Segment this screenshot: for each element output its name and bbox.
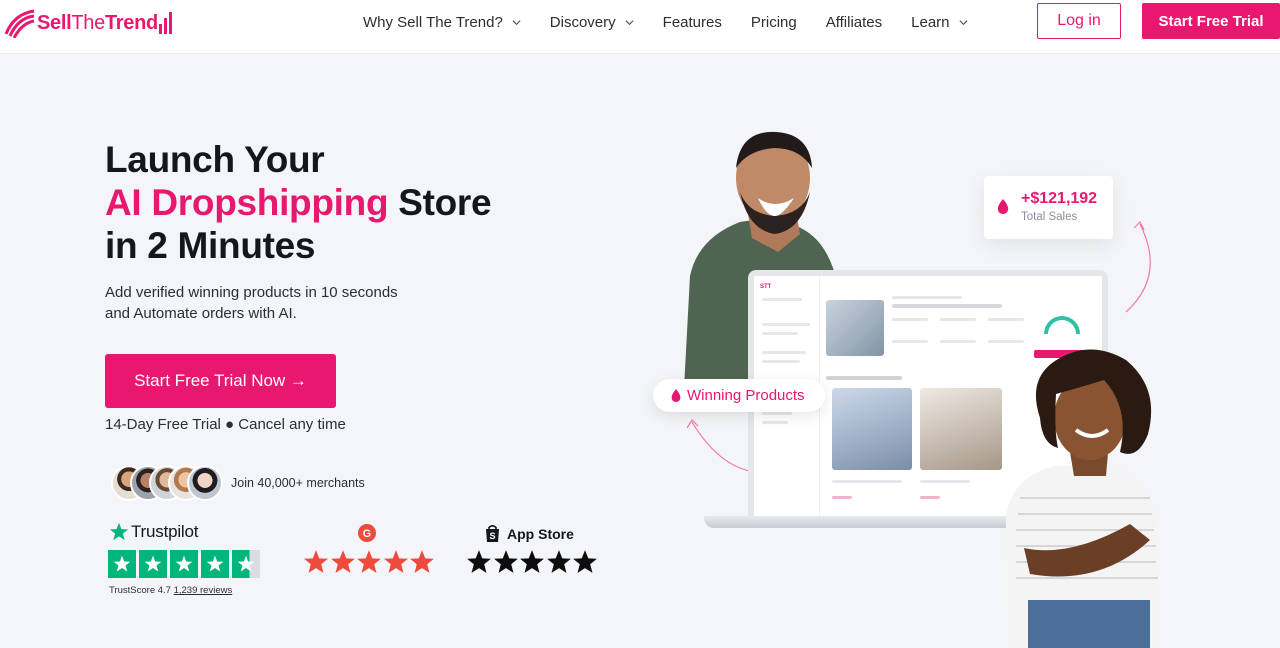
nav-label: Features	[662, 13, 722, 31]
star-icon	[410, 550, 434, 573]
star-icon	[144, 555, 162, 572]
star-icon	[467, 550, 491, 573]
total-sales-card: +$121,192 Total Sales	[984, 176, 1113, 239]
flame-icon	[997, 199, 1009, 214]
nav-features[interactable]: Features	[663, 12, 722, 32]
star-icon	[357, 550, 381, 573]
login-button[interactable]: Log in	[1037, 3, 1121, 39]
nav-label: Discovery	[549, 13, 616, 31]
trustpilot-star-box	[108, 550, 136, 578]
app-logo-preview: STT	[760, 284, 772, 290]
chevron-down-icon	[625, 19, 634, 25]
star-icon	[520, 550, 544, 573]
trustpilot-star-box	[201, 550, 229, 578]
g2-logo-icon: G	[358, 524, 376, 542]
start-free-trial-now-button[interactable]: Start Free Trial Now →	[105, 354, 336, 408]
brand-logo[interactable]: SellTheTrend	[4, 8, 173, 38]
flame-icon	[671, 389, 681, 402]
chevron-down-icon	[959, 19, 968, 25]
trustscore-label: TrustScore 4.7	[109, 585, 171, 596]
nav-why-sell-the-trend[interactable]: Why Sell The Trend?	[363, 12, 521, 32]
avatar	[187, 465, 223, 501]
star-icon	[304, 550, 328, 573]
trustpilot-star-icon	[109, 522, 129, 541]
headline-line-1: Launch Your	[105, 139, 325, 180]
trustpilot-reviews-link[interactable]: 1,239 reviews	[174, 585, 233, 596]
svg-text:G: G	[363, 528, 371, 540]
winning-products-label: Winning Products	[687, 387, 805, 404]
star-icon	[113, 555, 131, 572]
nav-label: Why Sell The Trend?	[363, 13, 503, 31]
woman-photo	[1006, 349, 1160, 648]
app-store-logo[interactable]: S App Store	[484, 524, 574, 543]
g2-stars	[303, 549, 436, 575]
star-icon	[330, 550, 355, 573]
hero-subtext: Add verified winning products in 10 seco…	[105, 282, 465, 324]
trustpilot-star-box	[170, 550, 198, 578]
nav-affiliates[interactable]: Affiliates	[826, 12, 882, 32]
star-icon	[237, 555, 255, 572]
nav-pricing[interactable]: Pricing	[751, 12, 797, 32]
trustpilot-stars	[108, 550, 263, 578]
headline-line-2: AI Dropshipping Store	[105, 181, 492, 224]
arrow-arc-icon	[1125, 220, 1151, 313]
star-icon	[573, 550, 597, 573]
logo-bars-icon	[158, 12, 172, 34]
trustpilot-logo[interactable]: Trustpilot	[109, 522, 198, 542]
trial-note: 14-Day Free Trial ● Cancel any time	[105, 416, 346, 433]
app-store-stars	[466, 549, 599, 575]
svg-text:S: S	[489, 531, 495, 541]
trustpilot-score: TrustScore 4.7 1,239 reviews	[109, 585, 232, 596]
top-navbar: SellTheTrend Why Sell The Trend? Discove…	[0, 0, 1280, 54]
main-menu: Why Sell The Trend? Discovery Features P…	[363, 12, 997, 32]
nav-label: Learn	[911, 13, 950, 31]
star-icon	[383, 550, 408, 573]
nav-discovery[interactable]: Discovery	[550, 12, 634, 32]
star-icon	[546, 550, 571, 573]
headline-line-3: in 2 Minutes	[105, 225, 316, 266]
nav-label: Affiliates	[825, 13, 883, 31]
chevron-down-icon	[512, 19, 521, 25]
headline-store-word: Store	[388, 182, 492, 223]
brand-name: SellTheTrend	[37, 11, 158, 34]
shopping-bag-icon: S	[486, 524, 499, 542]
trustpilot-name: Trustpilot	[131, 522, 199, 541]
start-free-trial-button[interactable]: Start Free Trial	[1142, 3, 1280, 39]
merchants-count: Join 40,000+ merchants	[231, 476, 365, 490]
subtext-line-1: Add verified winning products in 10 seco…	[105, 284, 398, 301]
trustpilot-star-box	[139, 550, 167, 578]
star-icon	[493, 550, 518, 573]
logo-swoosh-icon	[4, 9, 35, 38]
headline-highlight: AI Dropshipping	[105, 182, 389, 223]
sales-value: +$121,192	[1021, 190, 1098, 207]
app-store-name: App Store	[507, 525, 574, 542]
star-icon	[206, 555, 224, 572]
merchant-avatars	[111, 465, 223, 501]
nav-learn[interactable]: Learn	[911, 12, 968, 32]
trustpilot-star-box	[232, 550, 260, 578]
sales-label: Total Sales	[1021, 211, 1078, 223]
star-icon	[175, 555, 193, 572]
subtext-line-2: and Automate orders with AI.	[105, 305, 297, 322]
hero-visual: +$121,192 Total Sales STT Winning Produc…	[650, 120, 1280, 648]
nav-label: Pricing	[750, 13, 797, 31]
winning-products-badge: Winning Products	[653, 379, 825, 412]
hero-headline: Launch Your AI Dropshipping Store in 2 M…	[105, 138, 492, 267]
